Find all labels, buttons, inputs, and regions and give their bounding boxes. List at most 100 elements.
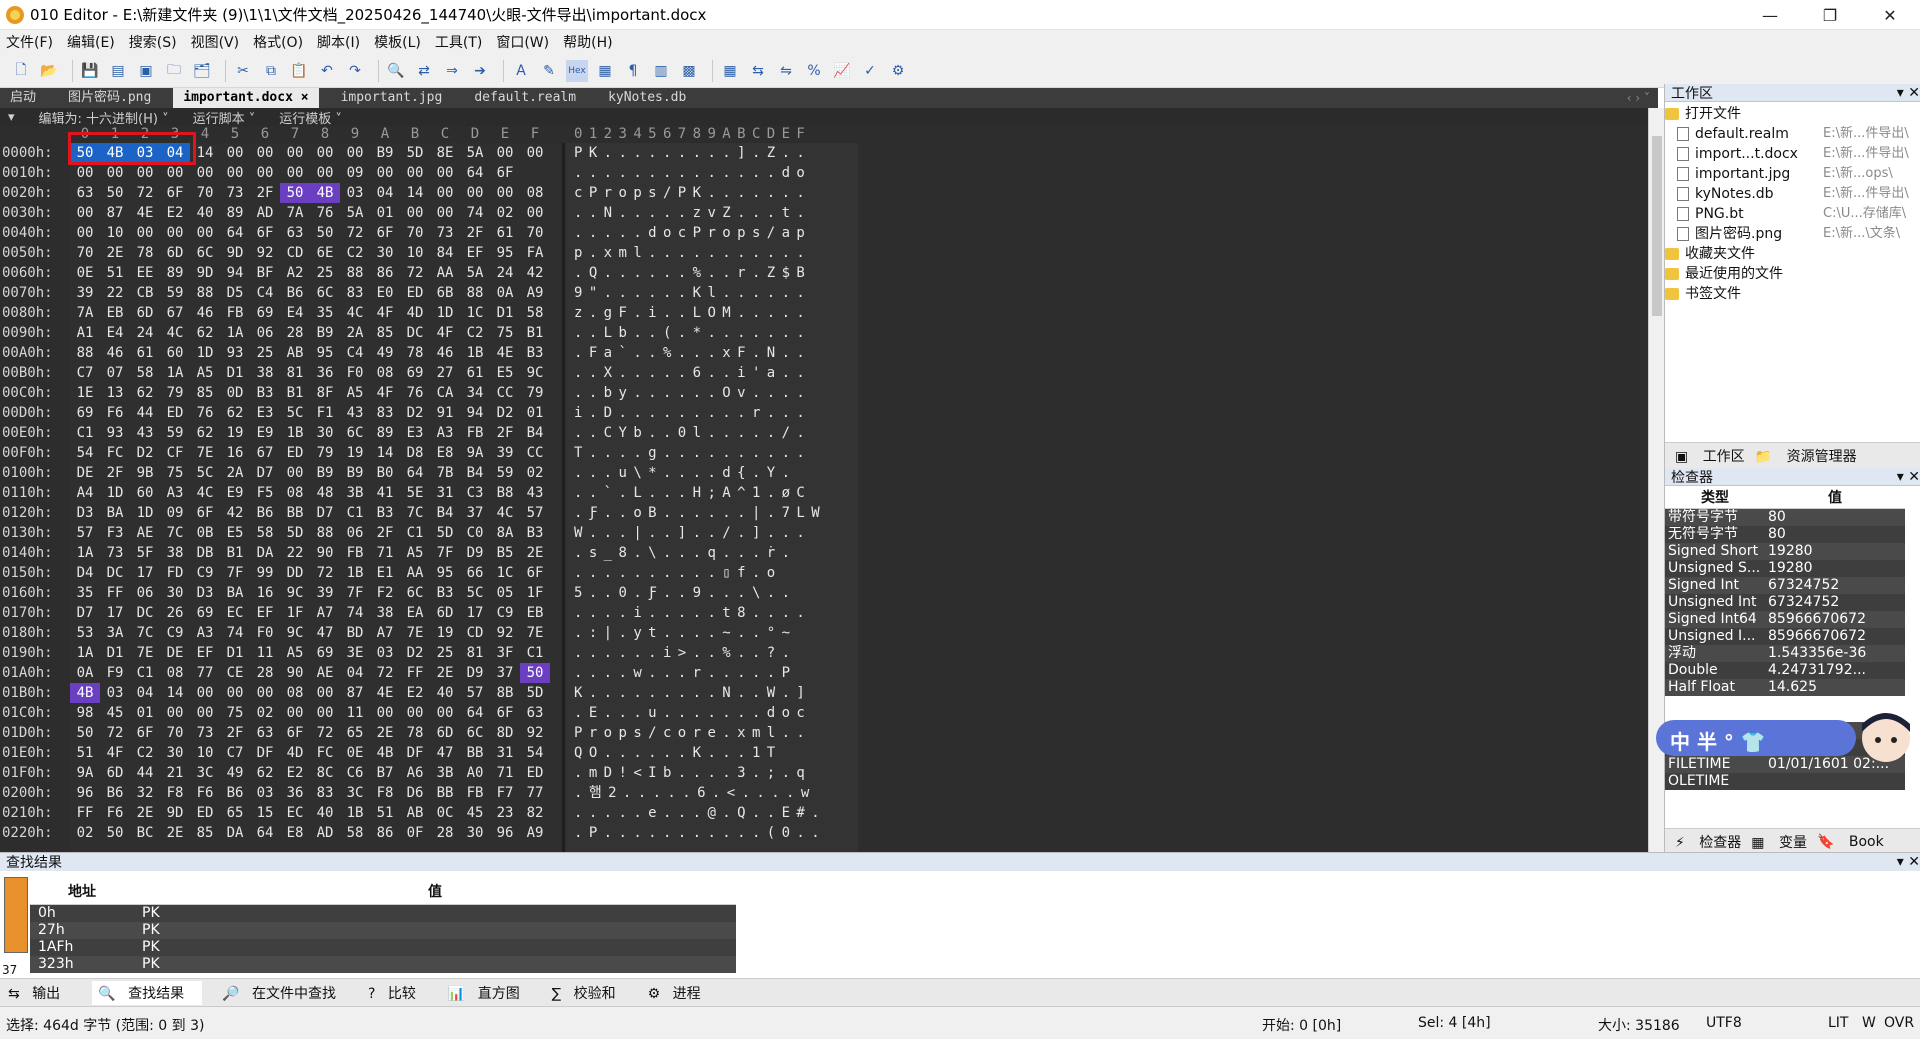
hex-byte[interactable]: 0E [340,743,370,763]
hex-byte[interactable]: 7B [430,463,460,483]
hex-byte[interactable]: 40 [190,203,220,223]
hex-byte[interactable]: 85 [370,323,400,343]
hex-byte[interactable]: 6C [190,243,220,263]
hex-byte[interactable]: 4E [130,203,160,223]
hex-byte[interactable]: C0 [460,523,490,543]
hex-byte[interactable]: 4B [370,743,400,763]
hex-byte[interactable]: 0C [430,803,460,823]
hex-byte[interactable]: 78 [400,343,430,363]
hex-byte[interactable]: FA [520,243,550,263]
hex-byte[interactable]: 14 [400,183,430,203]
open-file-item[interactable]: kyNotes.db E:\新...件导出\ [1665,184,1920,204]
hex-byte[interactable]: 17 [130,563,160,583]
hex-byte[interactable]: 37 [490,663,520,683]
inspector-value[interactable]: 85966670672 [1765,610,1905,628]
hex-byte[interactable]: 72 [130,183,160,203]
status-encoding[interactable]: UTF8 [1706,1015,1742,1031]
run-script-dropdown[interactable]: 运行脚本 ˅ [193,108,256,127]
hex-byte[interactable]: 1F [520,583,550,603]
hex-byte[interactable]: 04 [130,683,160,703]
tab-variables[interactable]: ▦ 变量 [1751,832,1807,852]
hex-byte[interactable]: A9 [520,283,550,303]
tab-workspace[interactable]: ▣ 工作区 [1675,446,1745,466]
hex-byte[interactable]: ED [400,283,430,303]
status-lit[interactable]: LIT [1828,1015,1848,1031]
hex-byte[interactable]: 88 [190,283,220,303]
hex-byte[interactable]: 5A [460,143,490,163]
hex-byte[interactable]: 95 [430,563,460,583]
hex-byte[interactable]: 64 [460,703,490,723]
grid-icon[interactable]: ▩ [678,60,700,82]
hex-byte[interactable]: 1E [70,383,100,403]
hex-byte[interactable]: 69 [400,363,430,383]
hex-byte[interactable]: 31 [430,483,460,503]
hex-byte[interactable]: FF [100,583,130,603]
hex-byte[interactable]: 00 [430,183,460,203]
hex-byte[interactable]: 00 [70,203,100,223]
hex-byte[interactable]: 2F [460,223,490,243]
hex-byte[interactable]: 00 [340,143,370,163]
hex-byte[interactable]: FF [70,803,100,823]
hex-byte[interactable]: 16 [250,583,280,603]
font-icon[interactable]: A [510,60,532,82]
hex-byte[interactable]: 08 [370,363,400,383]
hex-byte[interactable]: 4D [400,303,430,323]
calculator-icon[interactable]: ▦ [719,60,741,82]
save-as-icon[interactable]: ▣ [135,60,157,82]
ascii-text[interactable]: ..by......Ov.... [574,383,811,403]
status-ovr[interactable]: OVR [1884,1015,1914,1031]
hex-byte[interactable]: 65 [220,803,250,823]
hex-byte[interactable]: A2 [280,263,310,283]
inspector-row[interactable]: 浮动 1.543356e-36 [1665,644,1905,662]
hex-byte[interactable]: 9A [70,763,100,783]
open-file-item[interactable]: important.jpg E:\新...ops\ [1665,164,1920,184]
ascii-text[interactable]: .....docProps/ap [574,223,811,243]
hex-byte[interactable]: CD [280,243,310,263]
hex-byte[interactable]: D1 [490,303,520,323]
hex-byte[interactable]: 63 [280,223,310,243]
inspector-value[interactable] [1765,772,1905,790]
hex-byte[interactable]: 7C [130,623,160,643]
hex-byte[interactable]: 2E [370,723,400,743]
hex-byte[interactable]: 02 [520,463,550,483]
hex-byte[interactable]: 00 [490,183,520,203]
hex-byte[interactable]: B7 [370,763,400,783]
hex-byte[interactable]: F6 [100,803,130,823]
hex-byte[interactable]: 11 [250,643,280,663]
hex-byte[interactable]: 6D [430,723,460,743]
hex-byte[interactable]: A5 [400,543,430,563]
menu-edit[interactable]: 编辑(E) [67,32,115,52]
inspector-controls-icon[interactable]: ▾ ✕ [1897,469,1920,485]
hex-byte[interactable]: 00 [220,143,250,163]
hex-byte[interactable]: D7 [70,603,100,623]
hex-byte[interactable]: B9 [340,463,370,483]
hex-byte[interactable]: 00 [280,143,310,163]
hex-byte[interactable]: 00 [430,203,460,223]
hex-byte[interactable]: 79 [310,443,340,463]
hex-byte[interactable]: 86 [370,823,400,843]
hex-byte[interactable]: 50 [100,823,130,843]
hex-byte[interactable]: DC [100,563,130,583]
hex-byte[interactable]: B3 [430,583,460,603]
hex-byte[interactable]: 42 [520,263,550,283]
hex-byte[interactable]: 75 [220,703,250,723]
hex-byte[interactable]: 00 [130,223,160,243]
hex-byte[interactable]: 9C [280,623,310,643]
hex-byte[interactable]: 28 [280,323,310,343]
hex-byte[interactable]: 2F [370,523,400,543]
hex-byte[interactable]: 24 [490,263,520,283]
hex-byte[interactable]: 8B [490,683,520,703]
hex-byte[interactable]: 25 [250,343,280,363]
hex-byte[interactable]: F9 [100,663,130,683]
hex-byte[interactable]: 6F [370,223,400,243]
hex-byte[interactable]: 74 [220,623,250,643]
hex-byte[interactable]: DB [190,543,220,563]
hex-byte[interactable]: 00 [250,163,280,183]
inspector-value[interactable]: 80 [1765,525,1905,543]
hex-byte[interactable]: 8D [490,723,520,743]
hex-byte[interactable]: 51 [100,263,130,283]
close-icon[interactable]: ✕ [1860,0,1920,30]
hex-byte[interactable]: 5A [460,263,490,283]
hex-byte[interactable]: 9D [190,263,220,283]
hex-byte[interactable]: 00 [160,223,190,243]
